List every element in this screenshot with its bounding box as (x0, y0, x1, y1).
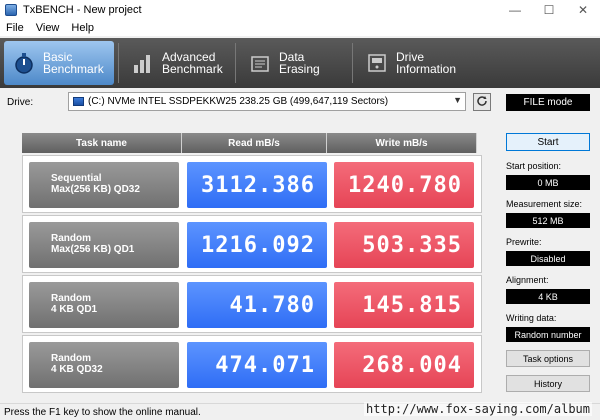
header-task-name: Task name (22, 133, 182, 153)
tab-basic-benchmark[interactable]: Basic Benchmark (4, 41, 114, 85)
measurement-size-label: Measurement size: (506, 199, 583, 209)
status-text: Press the F1 key to show the online manu… (4, 406, 201, 418)
write-value: 503.335 (334, 222, 474, 268)
stopwatch-icon (12, 51, 36, 75)
title-bar: TxBENCH - New project — ☐ ✕ (0, 0, 600, 20)
mode-indicator: FILE mode (506, 94, 590, 111)
menu-view[interactable]: View (36, 22, 60, 34)
read-value: 3112.386 (187, 162, 327, 208)
writing-data-value[interactable]: Random number (506, 327, 590, 342)
table-row: Sequential Max(256 KB) QD32 3112.386 1240… (22, 155, 482, 213)
menu-file[interactable]: File (6, 22, 24, 34)
maximize-button[interactable]: ☐ (532, 0, 566, 20)
write-value: 145.815 (334, 282, 474, 328)
drive-selected-value: (C:) NVMe INTEL SSDPEKKW25 238.25 GB (49… (88, 96, 389, 107)
read-value: 1216.092 (187, 222, 327, 268)
table-row: Random 4 KB QD1 41.780 145.815 (22, 275, 482, 333)
menu-help[interactable]: Help (71, 22, 94, 34)
benchmark-table: Task name Read mB/s Write mB/s Sequentia… (22, 133, 482, 398)
window-controls: — ☐ ✕ (498, 0, 600, 20)
eraser-icon (248, 51, 272, 75)
measurement-size-value[interactable]: 512 MB (506, 213, 590, 228)
chevron-down-icon[interactable]: ▼ (453, 95, 462, 105)
drive-label: Drive: (7, 97, 34, 108)
prewrite-value[interactable]: Disabled (506, 251, 590, 266)
tab-bar: Basic Benchmark Advanced Benchmark Data Er… (0, 38, 600, 88)
disk-icon (73, 97, 84, 106)
table-header: Task name Read mB/s Write mB/s (22, 133, 482, 153)
tab-divider (118, 43, 119, 83)
drive-select[interactable]: (C:) NVMe INTEL SSDPEKKW25 238.25 GB (49… (68, 92, 466, 111)
refresh-button[interactable] (473, 93, 491, 111)
alignment-value[interactable]: 4 KB (506, 289, 590, 304)
start-button[interactable]: Start (506, 133, 590, 151)
writing-data-label: Writing data: (506, 313, 557, 323)
tab-drive-information[interactable]: Drive Information (357, 41, 465, 85)
minimize-button[interactable]: — (498, 0, 532, 20)
table-row: Random Max(256 KB) QD1 1216.092 503.335 (22, 215, 482, 273)
tab-label: Basic Benchmark (43, 50, 104, 76)
tab-divider (235, 43, 236, 83)
tab-label: Data Erasing (279, 50, 320, 76)
tab-advanced-benchmark[interactable]: Advanced Benchmark (123, 41, 231, 85)
window-title: TxBENCH - New project (23, 4, 142, 16)
read-value: 474.071 (187, 342, 327, 388)
tab-data-erasing[interactable]: Data Erasing (240, 41, 348, 85)
task-button-seq-256k-qd32[interactable]: Sequential Max(256 KB) QD32 (29, 162, 179, 208)
menu-bar: File View Help (0, 20, 600, 36)
task-button-rand-4k-qd32[interactable]: Random 4 KB QD32 (29, 342, 179, 388)
start-position-label: Start position: (506, 161, 562, 171)
tab-label: Advanced Benchmark (162, 50, 223, 76)
table-row: Random 4 KB QD32 474.071 268.004 (22, 335, 482, 393)
header-read: Read mB/s (182, 133, 327, 153)
tab-divider (352, 43, 353, 83)
close-button[interactable]: ✕ (566, 0, 600, 20)
start-position-value[interactable]: 0 MB (506, 175, 590, 190)
header-write: Write mB/s (327, 133, 477, 153)
watermark-url: http://www.fox-saying.com/album (364, 402, 592, 416)
history-button[interactable]: History (506, 375, 590, 392)
prewrite-label: Prewrite: (506, 237, 542, 247)
task-button-rand-256k-qd1[interactable]: Random Max(256 KB) QD1 (29, 222, 179, 268)
write-value: 268.004 (334, 342, 474, 388)
alignment-label: Alignment: (506, 275, 549, 285)
task-options-button[interactable]: Task options (506, 350, 590, 367)
bar-chart-icon (131, 51, 155, 75)
app-icon (5, 4, 17, 16)
read-value: 41.780 (187, 282, 327, 328)
refresh-icon (476, 95, 488, 110)
task-button-rand-4k-qd1[interactable]: Random 4 KB QD1 (29, 282, 179, 328)
tab-label: Drive Information (396, 50, 457, 76)
app-window: TxBENCH - New project — ☐ ✕ File View He… (0, 0, 600, 420)
drive-info-icon (365, 51, 389, 75)
write-value: 1240.780 (334, 162, 474, 208)
